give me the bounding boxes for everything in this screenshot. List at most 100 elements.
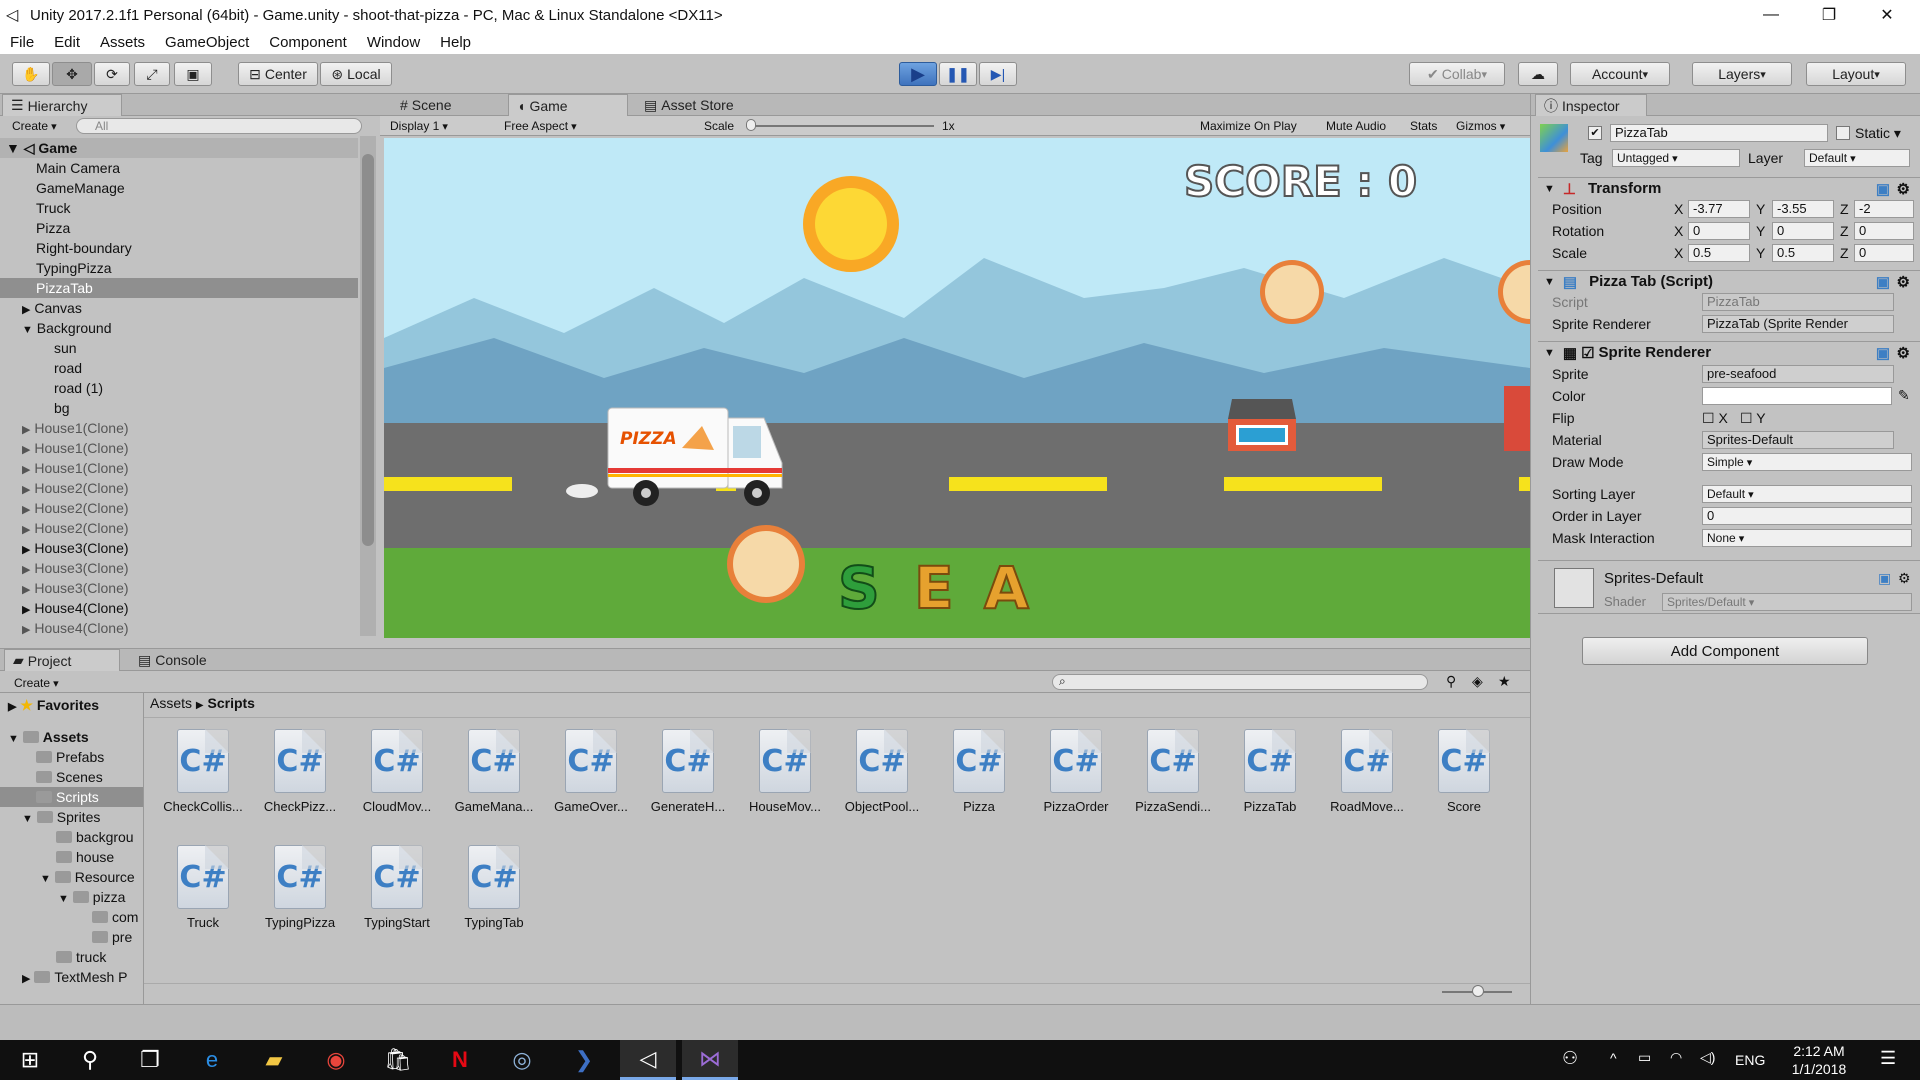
list-item[interactable]: ▶ House2(Clone)	[22, 498, 129, 518]
script-asset[interactable]: C# ObjectPool...	[834, 719, 930, 829]
material-field[interactable]: Sprites-Default	[1702, 431, 1894, 449]
favorites-item[interactable]: ▶ ★ Favorites	[8, 695, 99, 715]
list-item[interactable]: ▶ Canvas	[22, 298, 82, 318]
cloud-button[interactable]: ☁	[1518, 62, 1558, 86]
volume-icon[interactable]: ◁)	[1700, 1049, 1715, 1066]
scale-slider-handle[interactable]	[746, 119, 756, 131]
breadcrumb-scripts[interactable]: Scripts	[208, 695, 255, 711]
rotation-x-field[interactable]: 0	[1688, 222, 1750, 240]
order-in-layer-field[interactable]: 0	[1702, 507, 1912, 525]
collab-button[interactable]: ✔ Collab	[1409, 62, 1505, 86]
list-item[interactable]: ▶ House4(Clone)	[22, 598, 129, 618]
help-icon[interactable]: ▣	[1878, 570, 1891, 587]
menu-window[interactable]: Window	[357, 34, 430, 51]
favorite-star-icon[interactable]: ★	[1498, 673, 1511, 690]
list-item[interactable]: road	[54, 358, 82, 378]
list-item[interactable]: TypingPizza	[36, 258, 111, 278]
list-item[interactable]: bg	[54, 398, 70, 418]
folder-scripts[interactable]: Scripts	[0, 787, 143, 807]
position-z-field[interactable]: -2	[1854, 200, 1914, 218]
language-indicator[interactable]: ENG	[1735, 1052, 1765, 1068]
script-asset[interactable]: C# GameOver...	[543, 719, 639, 829]
script-asset[interactable]: C# Truck	[155, 835, 251, 945]
list-item[interactable]: ▶ House2(Clone)	[22, 518, 129, 538]
list-item-selected[interactable]: PizzaTab	[0, 278, 358, 298]
list-item[interactable]: ▶ House2(Clone)	[22, 478, 129, 498]
tab-scene[interactable]: # Scene	[392, 94, 460, 116]
folder-pizza[interactable]: ▼ pizza	[58, 887, 125, 907]
script-asset[interactable]: C# CheckPizz...	[252, 719, 348, 829]
gear-icon[interactable]: ⚙	[1897, 180, 1910, 198]
menu-component[interactable]: Component	[259, 34, 357, 51]
sprite-field[interactable]: pre-seafood	[1702, 365, 1894, 383]
static-checkbox[interactable]	[1836, 126, 1850, 140]
rotate-tool-button[interactable]: ⟳	[94, 62, 130, 86]
scrollbar-thumb[interactable]	[362, 154, 374, 546]
scale-tool-button[interactable]: ⤢	[134, 62, 170, 86]
people-icon[interactable]: ⚇	[1562, 1048, 1578, 1069]
menu-edit[interactable]: Edit	[44, 34, 90, 51]
tag-dropdown[interactable]: Untagged	[1612, 149, 1740, 167]
layer-dropdown[interactable]: Default	[1804, 149, 1910, 167]
position-y-field[interactable]: -3.55	[1772, 200, 1834, 218]
enabled-checkbox[interactable]: ☑	[1581, 344, 1594, 362]
display-dropdown[interactable]: Display 1	[390, 119, 448, 133]
script-asset[interactable]: C# Pizza	[931, 719, 1027, 829]
hierarchy-create-button[interactable]: Create	[12, 119, 57, 133]
steam-app[interactable]: ◎	[494, 1040, 550, 1080]
play-button[interactable]: ▶	[899, 62, 937, 86]
unity-app[interactable]: ◁	[620, 1040, 676, 1080]
pivot-local-button[interactable]: ⊛ Local	[320, 62, 392, 86]
wifi-icon[interactable]: ◠	[1670, 1049, 1682, 1066]
chevron-up-icon[interactable]: ^	[1610, 1050, 1617, 1066]
scale-slider[interactable]	[748, 125, 934, 127]
gear-icon[interactable]: ⚙	[1898, 570, 1911, 587]
list-item[interactable]: ▶ House3(Clone)	[22, 558, 129, 578]
minimize-button[interactable]: —	[1742, 0, 1800, 30]
tab-console[interactable]: ▤ Console	[130, 649, 215, 671]
list-item[interactable]: Truck	[36, 198, 70, 218]
script-asset[interactable]: C# CloudMov...	[349, 719, 445, 829]
folder-sprites[interactable]: ▼ Sprites	[22, 807, 100, 827]
layout-dropdown[interactable]: Layout	[1806, 62, 1906, 86]
folder-house[interactable]: house	[56, 847, 114, 867]
menu-file[interactable]: File	[0, 34, 44, 51]
folder-scenes[interactable]: Scenes	[36, 767, 103, 787]
list-item[interactable]: ▶ House1(Clone)	[22, 458, 129, 478]
pause-button[interactable]: ❚❚	[939, 62, 977, 86]
script-asset[interactable]: C# PizzaSendi...	[1125, 719, 1221, 829]
eyedropper-icon[interactable]: ✎	[1898, 387, 1910, 404]
visual-studio-app[interactable]: ⋈	[682, 1040, 738, 1080]
sorting-layer-dropdown[interactable]: Default	[1702, 485, 1912, 503]
list-item[interactable]: GameManage	[36, 178, 125, 198]
project-create-button[interactable]: Create	[14, 676, 59, 690]
help-icon[interactable]: ▣	[1876, 273, 1890, 291]
aspect-dropdown[interactable]: Free Aspect	[504, 119, 577, 133]
breadcrumb-assets[interactable]: Assets	[150, 695, 192, 711]
script-asset[interactable]: C# HouseMov...	[737, 719, 833, 829]
scale-y-field[interactable]: 0.5	[1772, 244, 1834, 262]
chrome-app[interactable]: ◉	[308, 1040, 364, 1080]
stats-toggle[interactable]: Stats	[1410, 119, 1437, 133]
step-button[interactable]: ▶|	[979, 62, 1017, 86]
start-button[interactable]: ⊞	[2, 1040, 58, 1080]
gear-icon[interactable]: ⚙	[1897, 344, 1910, 362]
file-explorer-app[interactable]: ▰	[246, 1040, 302, 1080]
battery-icon[interactable]: ▭	[1638, 1049, 1651, 1066]
pivot-center-button[interactable]: ⊟ Center	[238, 62, 318, 86]
script-asset[interactable]: C# TypingTab	[446, 835, 542, 945]
folder-prefabs[interactable]: Prefabs	[36, 747, 104, 767]
menu-assets[interactable]: Assets	[90, 34, 155, 51]
flip-x-checkbox[interactable]: ☐ X	[1702, 410, 1728, 427]
script-asset[interactable]: C# PizzaTab	[1222, 719, 1318, 829]
clock-date[interactable]: 1/1/2018	[1784, 1061, 1854, 1077]
filter-type-icon[interactable]: ⚲	[1446, 673, 1456, 690]
sprite-renderer-header[interactable]: ▼ ▦ ☑ Sprite Renderer ▣ ⚙	[1538, 341, 1920, 363]
script-asset[interactable]: C# GameMana...	[446, 719, 542, 829]
folder-background[interactable]: backgrou	[56, 827, 134, 847]
list-item[interactable]: ▼ Background	[22, 318, 112, 338]
game-canvas[interactable]: PIZZA SCORE : 0 S E A	[384, 138, 1530, 638]
clock-time[interactable]: 2:12 AM	[1784, 1043, 1854, 1059]
layers-dropdown[interactable]: Layers	[1692, 62, 1792, 86]
menu-gameobject[interactable]: GameObject	[155, 34, 259, 51]
